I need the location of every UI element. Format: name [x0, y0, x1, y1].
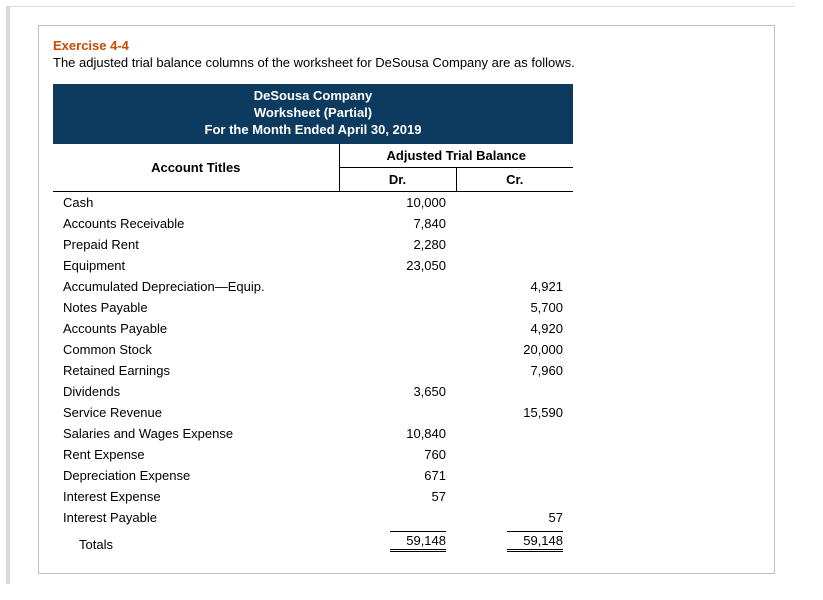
worksheet-subtitle: Worksheet (Partial) [53, 105, 573, 122]
table-row: Interest Payable 57 [53, 507, 573, 528]
cr-cell [456, 444, 573, 465]
dr-cell [339, 318, 456, 339]
account-title-cell: Common Stock [53, 339, 339, 360]
cr-cell [456, 465, 573, 486]
dr-cell [339, 507, 456, 528]
worksheet-period: For the Month Ended April 30, 2019 [53, 122, 573, 139]
account-title-cell: Interest Payable [53, 507, 339, 528]
trial-balance-table-wrap: DeSousa Company Worksheet (Partial) For … [53, 84, 573, 555]
dr-cell [339, 276, 456, 297]
trial-balance-header: DeSousa Company Worksheet (Partial) For … [53, 84, 573, 144]
cr-cell: 4,921 [456, 276, 573, 297]
table-row: Notes Payable 5,700 [53, 297, 573, 318]
account-title-cell: Salaries and Wages Expense [53, 423, 339, 444]
dr-cell [339, 360, 456, 381]
dr-cell [339, 297, 456, 318]
cr-cell: 20,000 [456, 339, 573, 360]
account-title-cell: Interest Expense [53, 486, 339, 507]
table-row: Interest Expense57 [53, 486, 573, 507]
account-title-cell: Notes Payable [53, 297, 339, 318]
exercise-intro: The adjusted trial balance columns of th… [53, 55, 760, 70]
page-container: Exercise 4-4 The adjusted trial balance … [6, 6, 795, 584]
dr-cell: 10,000 [339, 191, 456, 213]
account-title-cell: Accumulated Depreciation—Equip. [53, 276, 339, 297]
cr-cell [456, 255, 573, 276]
cr-cell: 15,590 [456, 402, 573, 423]
account-title-cell: Rent Expense [53, 444, 339, 465]
cr-cell: 7,960 [456, 360, 573, 381]
dr-cell: 7,840 [339, 213, 456, 234]
dr-cell: 57 [339, 486, 456, 507]
table-row: Equipment23,050 [53, 255, 573, 276]
cr-header: Cr. [456, 167, 573, 191]
table-row: Dividends3,650 [53, 381, 573, 402]
cr-cell [456, 486, 573, 507]
dr-header: Dr. [339, 167, 456, 191]
totals-cr: 59,148 [456, 528, 573, 555]
totals-dr: 59,148 [339, 528, 456, 555]
cr-cell: 4,920 [456, 318, 573, 339]
adjusted-trial-balance-header: Adjusted Trial Balance [339, 144, 573, 168]
cr-cell: 5,700 [456, 297, 573, 318]
account-title-cell: Service Revenue [53, 402, 339, 423]
cr-cell [456, 191, 573, 213]
trial-balance-table: Account Titles Adjusted Trial Balance Dr… [53, 144, 573, 555]
account-title-cell: Cash [53, 191, 339, 213]
account-title-cell: Equipment [53, 255, 339, 276]
table-row: Common Stock 20,000 [53, 339, 573, 360]
dr-cell: 2,280 [339, 234, 456, 255]
dr-cell: 671 [339, 465, 456, 486]
table-row: Service Revenue 15,590 [53, 402, 573, 423]
cr-cell [456, 234, 573, 255]
dr-cell: 760 [339, 444, 456, 465]
table-row: Depreciation Expense671 [53, 465, 573, 486]
table-row: Salaries and Wages Expense10,840 [53, 423, 573, 444]
table-row: Rent Expense760 [53, 444, 573, 465]
account-title-cell: Accounts Payable [53, 318, 339, 339]
cr-cell: 57 [456, 507, 573, 528]
table-row: Accounts Receivable7,840 [53, 213, 573, 234]
cr-cell [456, 423, 573, 444]
account-title-cell: Dividends [53, 381, 339, 402]
table-row: Retained Earnings 7,960 [53, 360, 573, 381]
dr-cell [339, 402, 456, 423]
table-row: Accumulated Depreciation—Equip. 4,921 [53, 276, 573, 297]
table-row: Cash10,000 [53, 191, 573, 213]
exercise-title: Exercise 4-4 [53, 38, 760, 53]
cr-cell [456, 213, 573, 234]
account-titles-header: Account Titles [53, 144, 339, 192]
exercise-panel: Exercise 4-4 The adjusted trial balance … [38, 25, 775, 574]
account-title-cell: Prepaid Rent [53, 234, 339, 255]
dr-cell: 10,840 [339, 423, 456, 444]
dr-cell: 23,050 [339, 255, 456, 276]
account-title-cell: Depreciation Expense [53, 465, 339, 486]
company-name: DeSousa Company [53, 88, 573, 105]
dr-cell [339, 339, 456, 360]
totals-row: Totals59,14859,148 [53, 528, 573, 555]
dr-cell: 3,650 [339, 381, 456, 402]
table-row: Accounts Payable 4,920 [53, 318, 573, 339]
totals-label: Totals [53, 528, 339, 555]
cr-cell [456, 381, 573, 402]
account-title-cell: Accounts Receivable [53, 213, 339, 234]
account-title-cell: Retained Earnings [53, 360, 339, 381]
table-row: Prepaid Rent2,280 [53, 234, 573, 255]
